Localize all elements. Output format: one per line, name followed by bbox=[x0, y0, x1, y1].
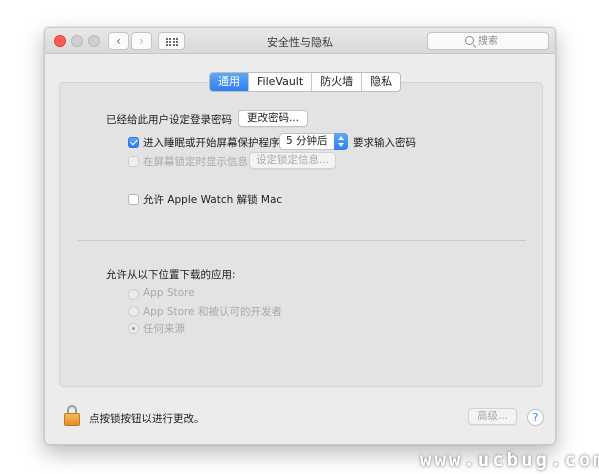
tab-firewall[interactable]: 防火墙 bbox=[312, 73, 363, 91]
radio-anywhere[interactable] bbox=[128, 323, 139, 334]
apple-watch-label: 允许 Apple Watch 解锁 Mac bbox=[143, 194, 283, 206]
site-watermark: www.ucbug.com bbox=[420, 449, 599, 471]
set-lock-message-button[interactable]: 设定锁定信息... bbox=[249, 152, 336, 169]
padlock-icon[interactable] bbox=[64, 405, 80, 426]
lock-hint-text: 点按锁按钮以进行更改。 bbox=[89, 413, 205, 425]
popup-arrows-icon bbox=[334, 133, 348, 150]
tab-general[interactable]: 通用 bbox=[210, 73, 249, 91]
radio-anywhere-label: 任何来源 bbox=[143, 323, 185, 335]
advanced-button[interactable]: 高级... bbox=[468, 408, 517, 425]
radio-app-store-label: App Store bbox=[143, 287, 195, 299]
change-password-button[interactable]: 更改密码... bbox=[238, 110, 308, 127]
preferences-window: ‹ › 安全性与隐私 通用 FileVault 防火墙 隐私 已经给此用户设定登… bbox=[44, 27, 556, 445]
show-message-label: 在屏幕锁定时显示信息 bbox=[143, 156, 248, 168]
title-bar: ‹ › 安全性与隐私 bbox=[45, 28, 555, 54]
downloads-heading: 允许从以下位置下载的应用: bbox=[106, 269, 236, 281]
require-password-checkbox[interactable] bbox=[128, 137, 139, 148]
tab-bar: 通用 FileVault 防火墙 隐私 bbox=[209, 72, 402, 92]
radio-identified-developers-label: App Store 和被认可的开发者 bbox=[143, 306, 282, 318]
search-field[interactable] bbox=[427, 32, 549, 50]
require-password-label: 进入睡眠或开始屏幕保护程序 bbox=[143, 137, 280, 149]
login-password-label: 已经给此用户设定登录密码 bbox=[106, 114, 232, 126]
radio-identified-developers[interactable] bbox=[128, 306, 139, 317]
password-delay-value: 5 分钟后 bbox=[286, 135, 328, 147]
section-divider bbox=[78, 240, 526, 241]
help-button[interactable]: ? bbox=[527, 409, 544, 426]
apple-watch-checkbox[interactable] bbox=[128, 194, 139, 205]
password-delay-select[interactable]: 5 分钟后 bbox=[279, 133, 348, 150]
general-panel: 已经给此用户设定登录密码 更改密码... 进入睡眠或开始屏幕保护程序 5 分钟后… bbox=[59, 82, 543, 387]
tab-filevault[interactable]: FileVault bbox=[249, 73, 313, 91]
require-password-suffix: 要求输入密码 bbox=[353, 137, 416, 149]
tab-privacy[interactable]: 隐私 bbox=[362, 73, 400, 91]
radio-app-store[interactable] bbox=[128, 289, 139, 300]
search-input[interactable] bbox=[478, 34, 544, 48]
show-message-checkbox[interactable] bbox=[128, 156, 139, 167]
search-icon bbox=[465, 36, 474, 45]
